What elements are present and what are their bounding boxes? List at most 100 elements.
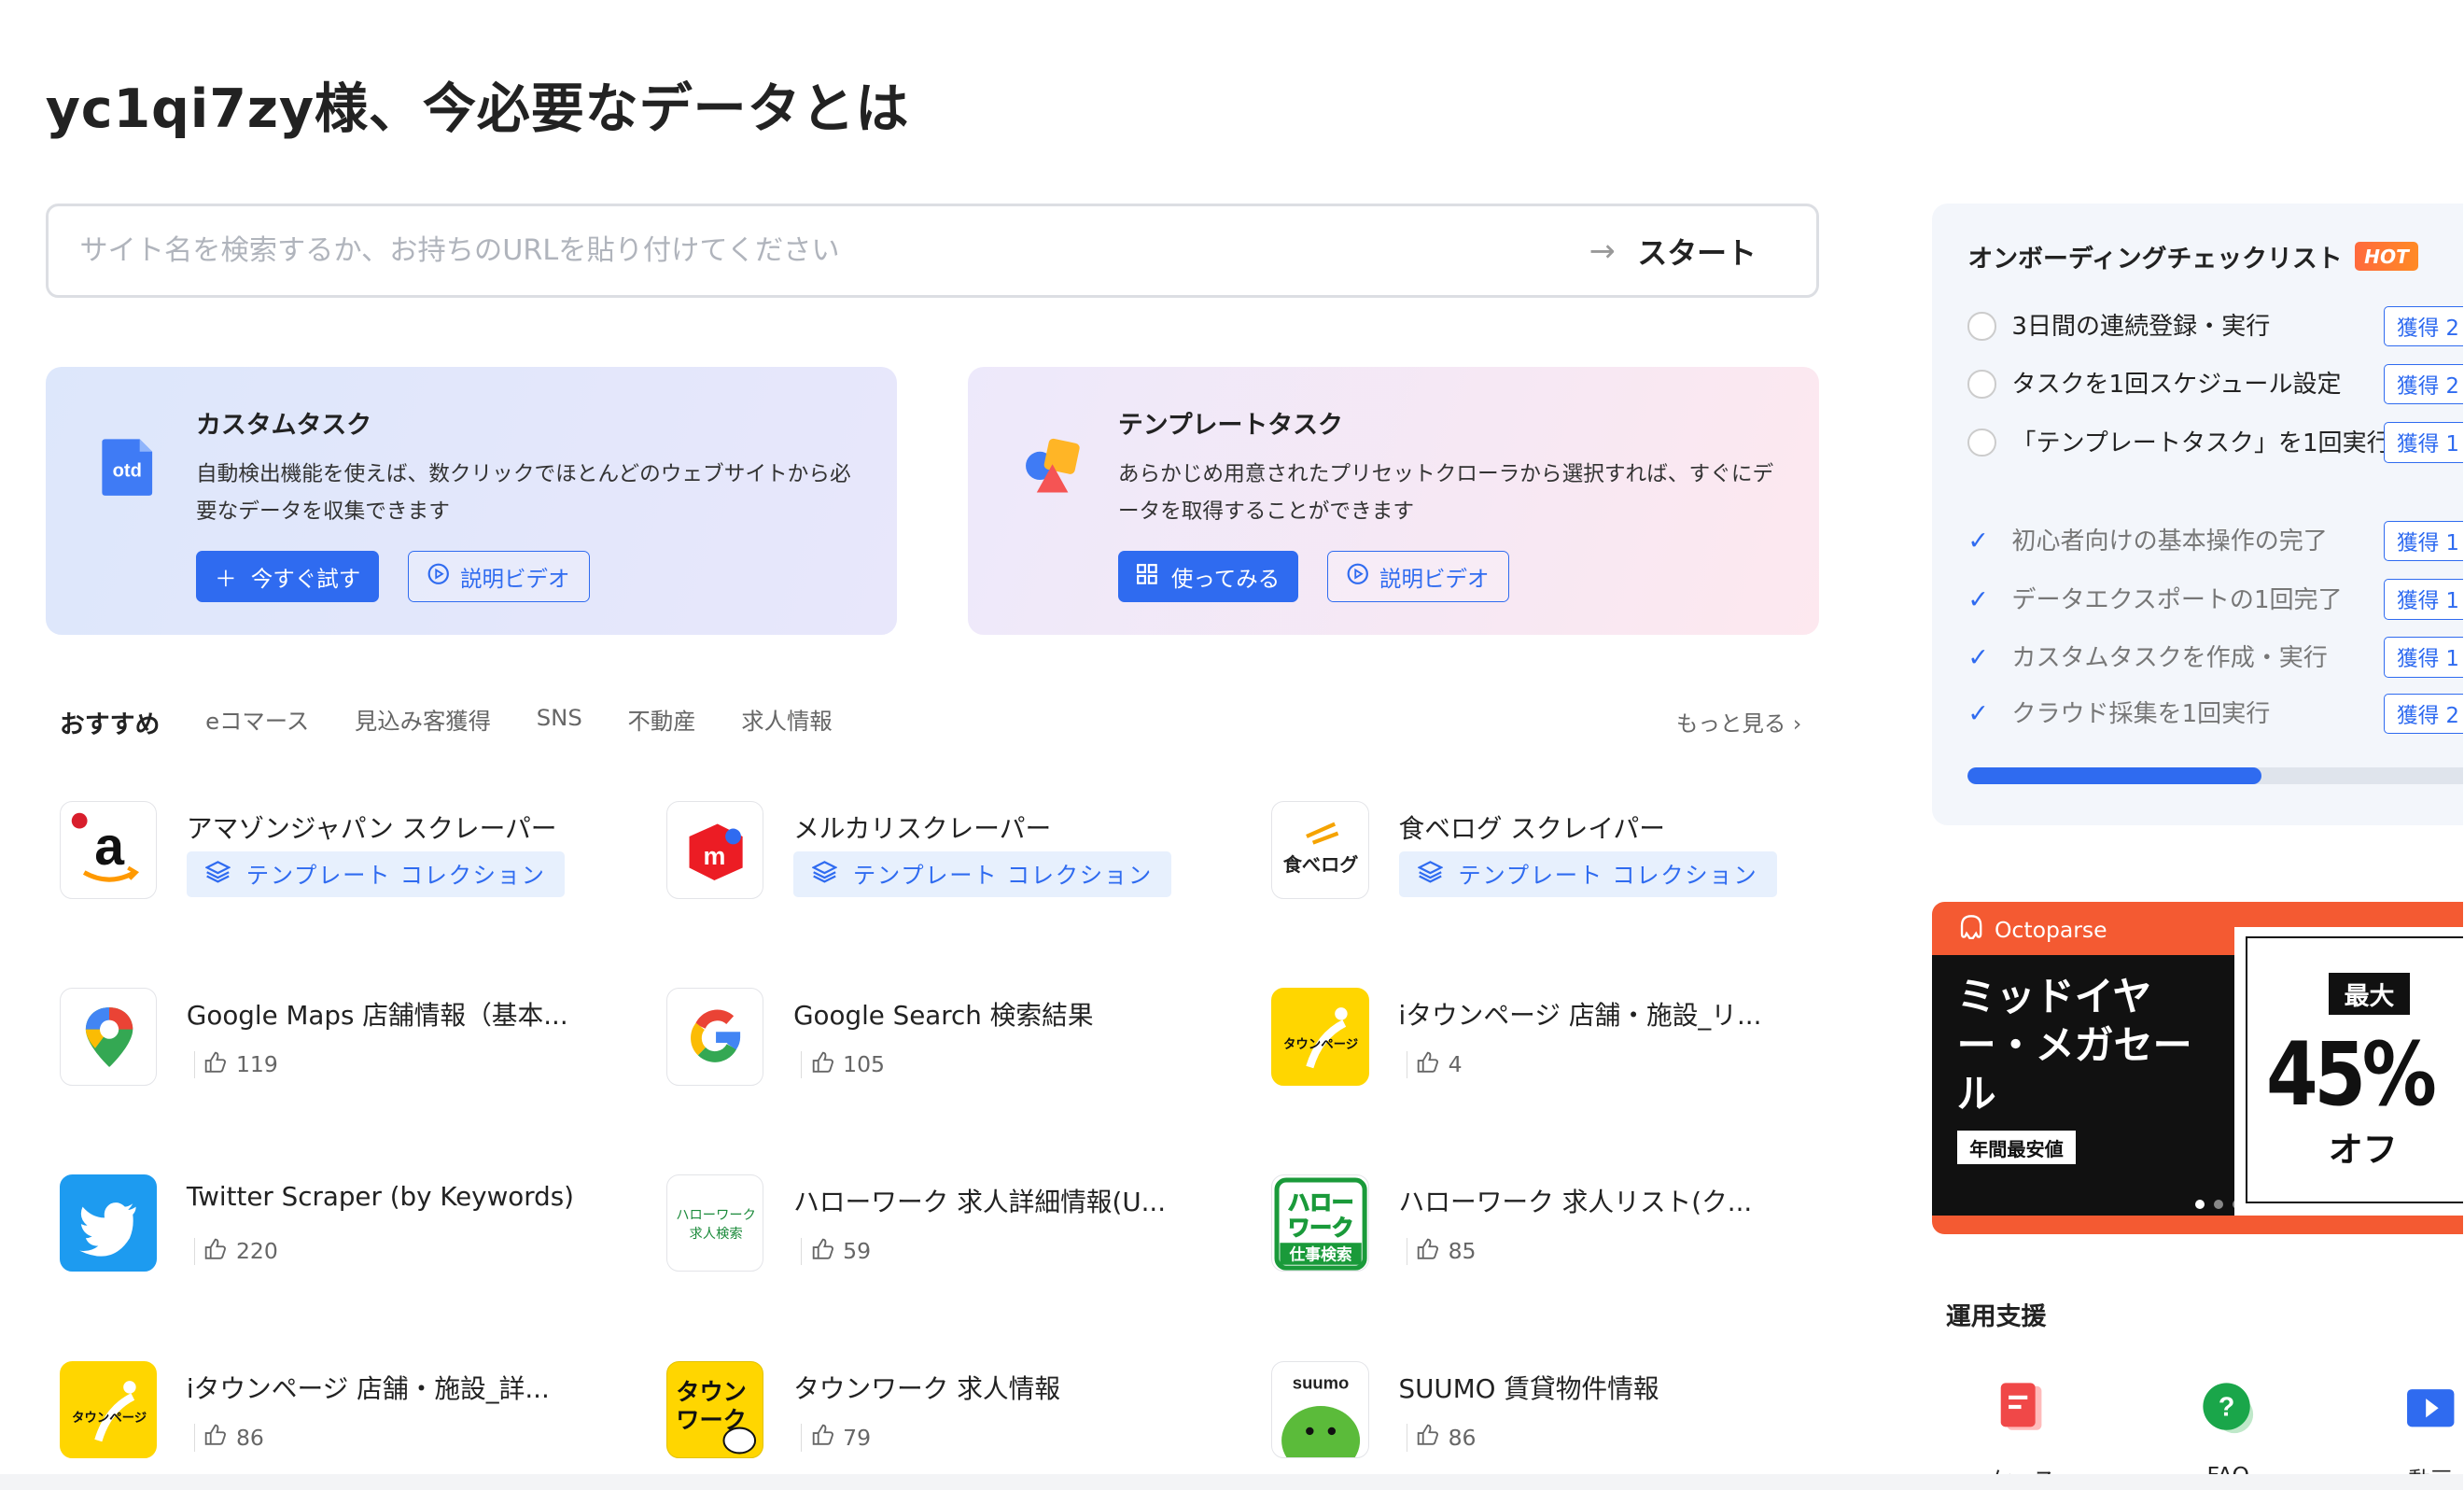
help-icon: ? [2200,1380,2256,1436]
checklist-label: 初心者向けの基本操作の完了 [2011,527,2328,556]
likes-count: 79 [801,1424,871,1452]
likes-count: 85 [1406,1237,1477,1266]
checklist-item[interactable]: タスクを1回スケジュール設定 [1967,365,2438,404]
custom-video-button[interactable]: 説明ビデオ [407,550,590,603]
svg-text:?: ? [2219,1393,2234,1423]
likes-value: 105 [843,1051,885,1078]
checklist-label: タスクを1回スケジュール設定 [2011,371,2342,400]
support-item-faq[interactable]: ? FAQ [2173,1380,2283,1488]
tile-name: 食ベログ スクレイパー [1398,813,1665,845]
template-tile[interactable]: ハロー ワーク 仕事検索 ハローワーク 求人リスト(ク... 85 [1271,1174,1852,1275]
checklist-item[interactable]: ✓ 初心者向けの基本操作の完了 [1967,522,2438,561]
search-input[interactable] [79,234,1561,268]
template-collection-tag: テンプレート コレクション [793,851,1172,897]
plus-icon: ＋ [215,565,237,592]
tabelog-logo-icon: 食べログ [1271,801,1369,899]
onboarding-checklist: オンボーディングチェックリスト HOT 3日間の連続登録・実行 獲得 2 タスクを… [1931,204,2464,825]
likes-count: 86 [1406,1424,1477,1452]
twitter-logo-icon [59,1174,157,1272]
checklist-title: オンボーディングチェックリスト [1967,245,2343,274]
more-link[interactable]: もっと見る › [1676,706,1801,738]
use-template-button[interactable]: 使ってみる [1117,550,1299,603]
custom-task-title: カスタムタスク [195,411,372,441]
unchecked-circle-icon [1967,428,1996,457]
custom-video-label: 説明ビデオ [460,565,570,592]
play-circle-icon [427,563,450,591]
hellowork-logo-icon: ハローワーク 求人検索 [666,1174,764,1272]
support-title: 運用支援 [1945,1301,2047,1331]
template-tile[interactable]: suumo SUUMO 賃貸物件情報 86 [1271,1361,1852,1462]
video-icon [2402,1380,2458,1436]
template-task-icon [1021,436,1080,499]
checklist-item[interactable]: 「テンプレートタスク」を1回実行 [1967,424,2391,463]
svg-text:仕事検索: 仕事検索 [1289,1245,1352,1264]
likes-value: 86 [1448,1425,1477,1452]
checklist-item[interactable]: 3日間の連続登録・実行 [1967,307,2438,346]
earn-badge: 獲得 1 [2383,637,2464,678]
tile-name: Google Search 検索結果 [793,1000,1094,1032]
likes-count: 59 [801,1237,871,1266]
promo-banner[interactable]: Octoparse ミッドイヤー・メガセール 年間最安値 最大 45% オフ [1931,902,2464,1235]
custom-task-desc: 自動検出機能を使えば、数クリックでほとんどのウェブサイトから必要なデータを収集で… [195,461,851,524]
banner-percent: 45% [2265,1024,2437,1127]
checklist-item[interactable]: ✓ カスタムタスクを作成・実行 [1967,639,2438,678]
template-tile[interactable]: 食べログ 食ベログ スクレイパー テンプレート コレクション [1271,801,1852,902]
check-icon: ✓ [1967,642,1989,672]
google-maps-logo-icon [59,988,157,1086]
svg-text:m: m [703,843,725,871]
custom-task-icon: otd [99,436,155,499]
likes-count: 4 [1406,1050,1463,1079]
likes-value: 85 [1448,1238,1477,1265]
hot-badge: HOT [2355,242,2418,272]
tab-ecommerce[interactable]: eコマース [205,704,309,740]
unchecked-circle-icon [1967,312,1996,341]
carousel-dot[interactable] [2194,1200,2205,1210]
thumbs-up-icon [1417,1424,1439,1452]
carousel-dot[interactable] [2214,1200,2224,1210]
template-tile[interactable]: m メルカリスクレーパー テンプレート コレクション [666,801,1247,902]
tab-recommended[interactable]: おすすめ [60,704,161,740]
earn-badge: 獲得 1 [2383,421,2464,463]
tab-leads[interactable]: 見込み客獲得 [355,704,491,740]
amazon-logo-icon: a [59,801,157,899]
document-icon [1995,1380,2051,1436]
search-bar: → スタート [45,204,1819,299]
likes-value: 79 [843,1425,872,1452]
template-tile[interactable]: Twitter Scraper (by Keywords) 220 [59,1174,640,1275]
tab-sns[interactable]: SNS [537,704,582,740]
checklist-item[interactable]: ✓ クラウド採集を1回実行 [1967,695,2438,734]
template-collection-tag: テンプレート コレクション [1398,851,1777,897]
layers-icon [204,859,231,890]
checklist-header: オンボーディングチェックリスト HOT [1967,238,2418,274]
svg-text:求人検索: 求人検索 [690,1227,743,1243]
likes-count: 105 [801,1050,885,1079]
tag-label: テンプレート コレクション [1458,862,1758,890]
checklist-item[interactable]: ✓ データエクスポートの1回完了 [1967,581,2438,620]
template-tile[interactable]: タウン ワーク タウンワーク 求人情報 79 [666,1361,1247,1462]
checklist-label: 3日間の連続登録・実行 [2011,313,2271,342]
thumbs-up-icon [812,1238,834,1266]
svg-text:食べログ: 食べログ [1283,853,1359,876]
tab-realestate[interactable]: 不動産 [628,704,696,740]
banner-off: オフ [2328,1130,2398,1171]
template-video-button[interactable]: 説明ビデオ [1326,550,1509,603]
template-tile[interactable]: タウンページ iタウンページ 店舗・施設_リ... 4 [1271,988,1852,1089]
template-tile[interactable]: Google Maps 店舗情報（基本... 119 [59,988,640,1089]
template-tile[interactable]: ハローワーク 求人検索 ハローワーク 求人詳細情報(U... 59 [666,1174,1247,1275]
earn-badge: 獲得 2 [2383,305,2464,347]
carousel-dot[interactable] [2233,1200,2243,1210]
category-tabs: おすすめ eコマース 見込み客獲得 SNS 不動産 求人情報 [60,704,833,740]
tab-jobs[interactable]: 求人情報 [741,704,832,740]
tile-name: アマゾンジャパン スクレーパー [186,813,557,845]
template-tile[interactable]: Google Search 検索結果 105 [666,988,1247,1089]
chevron-right-icon: › [1785,710,1802,737]
svg-text:ワーク: ワーク [1288,1215,1354,1241]
mercari-logo-icon: m [666,801,764,899]
start-button[interactable]: → スタート [1561,230,1785,273]
thumbs-up-icon [1417,1051,1439,1079]
template-tile[interactable]: a アマゾンジャパン スクレーパー テンプレート コレクション [59,801,640,902]
start-label: スタート [1637,234,1757,271]
likes-value: 220 [235,1238,278,1265]
try-now-button[interactable]: ＋ 今すぐ試す [195,550,380,603]
template-tile[interactable]: タウンページ iタウンページ 店舗・施設_詳... 86 [59,1361,640,1462]
